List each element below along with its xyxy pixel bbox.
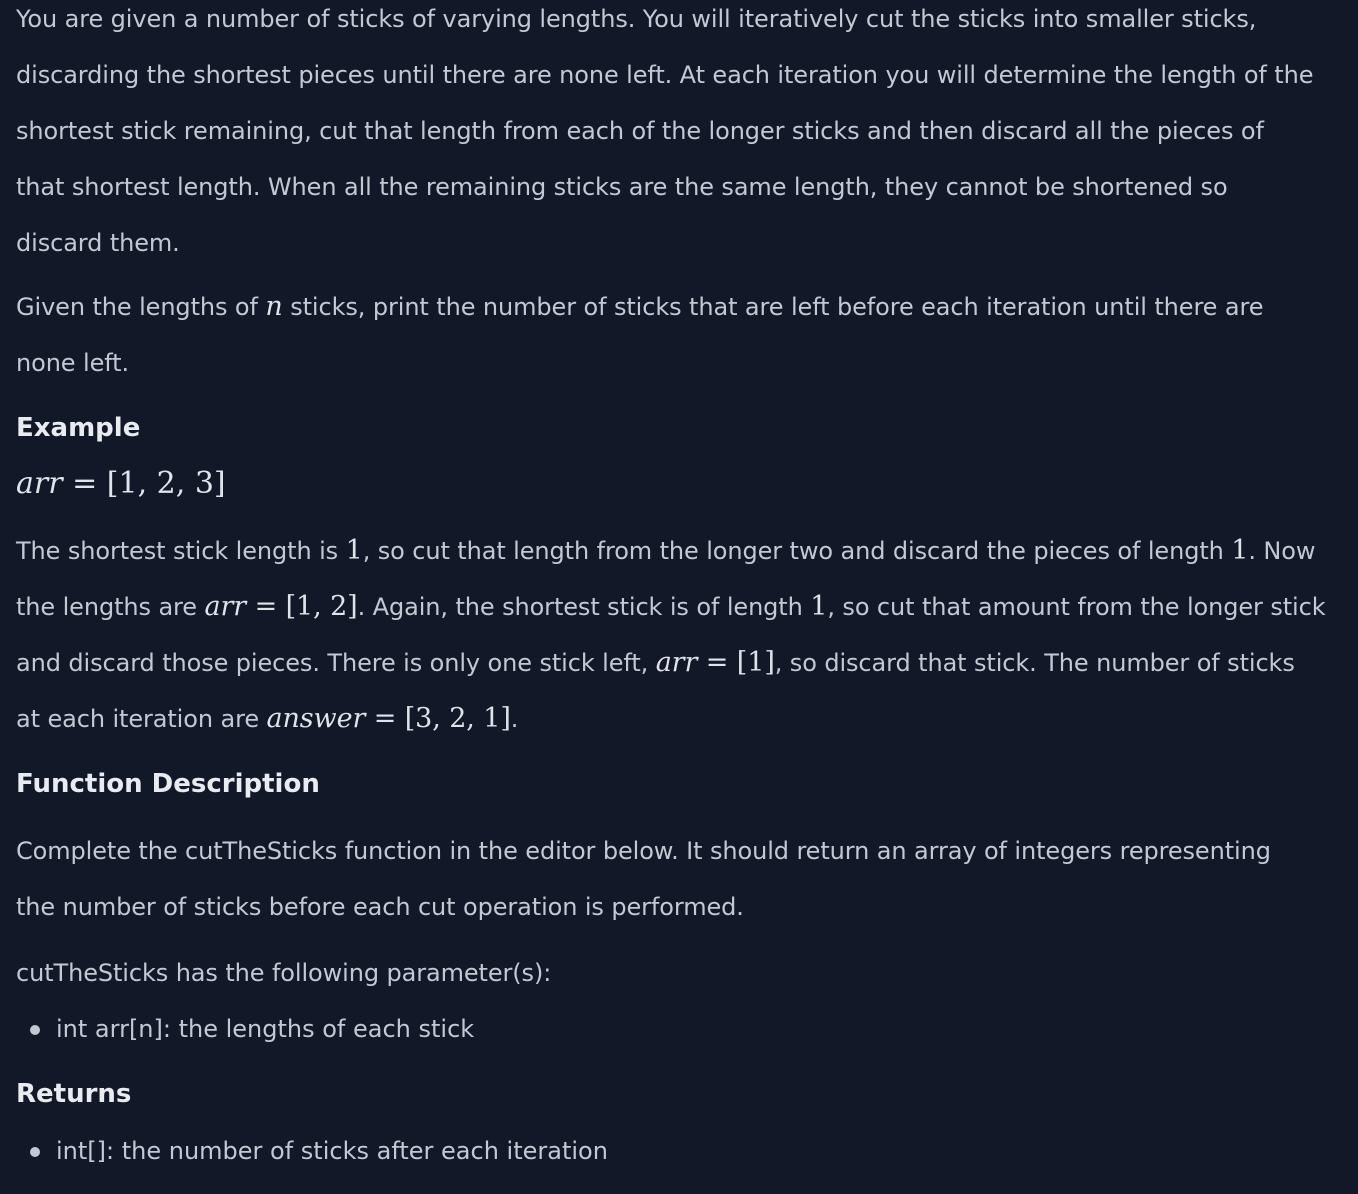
math-n: n: [265, 291, 283, 322]
list-item: int[]: the number of sticks after each i…: [28, 1123, 608, 1179]
example-heading: Example: [16, 413, 141, 443]
example-explanation: The shortest stick length is 1, so cut t…: [16, 535, 1326, 734]
parameters-list: int arr[n]: the lengths of each stick: [28, 1001, 474, 1057]
example-array-equation: arr = [1, 2, 3]: [16, 462, 226, 506]
math-arr-expression: arr = [1, 2]: [204, 591, 358, 622]
math-answer-expression: answer = [3, 2, 1]: [266, 703, 511, 734]
returns-list: int[]: the number of sticks after each i…: [28, 1123, 608, 1179]
math-arr-expression: arr = [1]: [655, 647, 775, 678]
math-arr: arr: [16, 466, 63, 501]
task-text-before: Given the lengths of: [16, 293, 266, 321]
math-one: 1: [810, 591, 828, 622]
math-equals: =: [62, 466, 107, 501]
math-one: 1: [1231, 535, 1249, 566]
math-one: 1: [345, 535, 363, 566]
problem-statement: You are given a number of sticks of vary…: [0, 0, 1358, 1194]
list-item: int arr[n]: the lengths of each stick: [28, 1001, 474, 1057]
task-paragraph: Given the lengths of n sticks, print the…: [16, 279, 1316, 391]
function-description-heading: Function Description: [16, 769, 320, 799]
math-array-value: [1, 2, 3]: [106, 466, 226, 501]
parameters-intro: cutTheSticks has the following parameter…: [16, 959, 552, 987]
intro-paragraph: You are given a number of sticks of vary…: [16, 5, 1314, 257]
function-description-text: Complete the cutTheSticks function in th…: [16, 837, 1271, 921]
returns-heading: Returns: [16, 1079, 132, 1109]
